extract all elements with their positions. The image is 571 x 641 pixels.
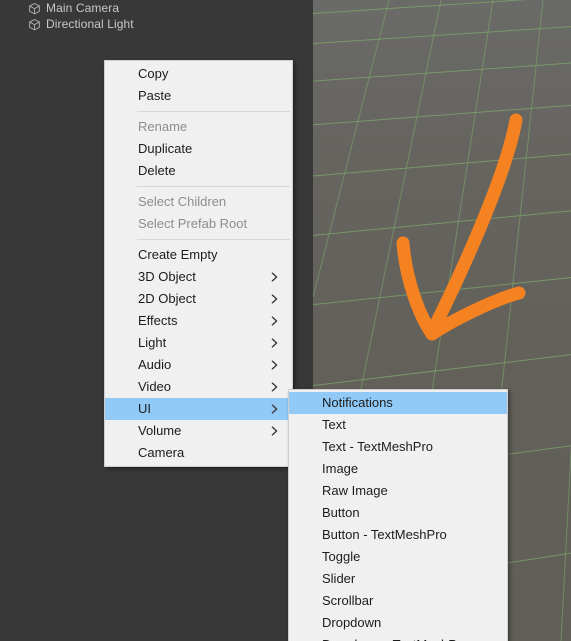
menu-item-effects[interactable]: Effects [105, 310, 292, 332]
menu-item-label: Light [138, 335, 167, 350]
menu-separator [137, 111, 290, 112]
menu-separator [137, 186, 290, 187]
submenu-item-label: Scrollbar [322, 593, 374, 608]
menu-item-label: Camera [138, 445, 185, 460]
submenu-item-text-textmeshpro[interactable]: Text - TextMeshPro [289, 436, 507, 458]
menu-item-rename: Rename [105, 116, 292, 138]
menu-item-label: Video [138, 379, 172, 394]
hierarchy-item[interactable]: Main Camera [0, 0, 313, 16]
submenu-item-button[interactable]: Button [289, 502, 507, 524]
menu-item-label: Select Prefab Root [138, 216, 248, 231]
menu-item-copy[interactable]: Copy [105, 63, 292, 85]
menu-item-label: Delete [138, 163, 176, 178]
submenu-item-label: Button [322, 505, 360, 520]
submenu-item-slider[interactable]: Slider [289, 568, 507, 590]
menu-item-label: Duplicate [138, 141, 193, 156]
hierarchy-context-menu[interactable]: Copy Paste Rename Duplicate Delete Select Chi… [104, 60, 293, 467]
submenu-item-label: Raw Image [322, 483, 388, 498]
submenu-item-button-textmeshpro[interactable]: Button - TextMeshPro [289, 524, 507, 546]
menu-item-label: 2D Object [138, 291, 196, 306]
hierarchy-list: Main Camera Directional Light [0, 0, 313, 32]
menu-item-light[interactable]: Light [105, 332, 292, 354]
submenu-item-raw-image[interactable]: Raw Image [289, 480, 507, 502]
menu-item-camera[interactable]: Camera [105, 442, 292, 464]
hierarchy-item-label: Main Camera [46, 1, 120, 15]
menu-separator [137, 239, 290, 240]
submenu-item-label: Slider [322, 571, 356, 586]
submenu-item-label: Text [322, 417, 346, 432]
submenu-item-dropdown-textmeshpro[interactable]: Dropdown - TextMeshPro [289, 634, 507, 641]
submenu-item-text[interactable]: Text [289, 414, 507, 436]
submenu-item-label: Notifications [322, 395, 393, 410]
menu-item-label: Effects [138, 313, 178, 328]
menu-item-2d-object[interactable]: 2D Object [105, 288, 292, 310]
chevron-right-icon [271, 426, 278, 436]
submenu-item-label: Dropdown - TextMeshPro [322, 634, 468, 641]
submenu-item-label: Dropdown [322, 615, 382, 630]
menu-item-label: Copy [138, 66, 169, 81]
menu-item-label: UI [138, 401, 151, 416]
submenu-item-dropdown[interactable]: Dropdown [289, 612, 507, 634]
submenu-item-label: Toggle [322, 549, 361, 564]
menu-item-label: Select Children [138, 194, 227, 209]
ui-submenu[interactable]: Notifications Text Text - TextMeshPro Image… [288, 389, 508, 641]
submenu-item-label: Image [322, 461, 359, 476]
menu-item-label: Create Empty [138, 247, 218, 262]
menu-item-label: Paste [138, 88, 172, 103]
chevron-right-icon [271, 294, 278, 304]
chevron-right-icon [271, 360, 278, 370]
gameobject-cube-icon [29, 2, 40, 14]
menu-item-paste[interactable]: Paste [105, 85, 292, 107]
menu-item-select-prefab-root: Select Prefab Root [105, 213, 292, 235]
submenu-item-image[interactable]: Image [289, 458, 507, 480]
menu-item-create-empty[interactable]: Create Empty [105, 244, 292, 266]
unity-editor-window: Main Camera Directional Light Copy Paste… [0, 0, 571, 641]
chevron-right-icon [271, 382, 278, 392]
menu-item-3d-object[interactable]: 3D Object [105, 266, 292, 288]
menu-item-audio[interactable]: Audio [105, 354, 292, 376]
submenu-item-label: Button - TextMeshPro [322, 527, 447, 542]
menu-item-select-children: Select Children [105, 191, 292, 213]
menu-item-label: 3D Object [138, 269, 196, 284]
chevron-right-icon [271, 272, 278, 282]
submenu-item-scrollbar[interactable]: Scrollbar [289, 590, 507, 612]
chevron-right-icon [271, 338, 278, 348]
submenu-item-notifications[interactable]: Notifications [289, 392, 507, 414]
menu-item-label: Rename [138, 119, 188, 134]
menu-item-label: Audio [138, 357, 172, 372]
gameobject-cube-icon [29, 18, 40, 30]
chevron-right-icon [271, 404, 278, 414]
hierarchy-item[interactable]: Directional Light [0, 16, 313, 32]
submenu-item-label: Text - TextMeshPro [322, 439, 434, 454]
submenu-item-toggle[interactable]: Toggle [289, 546, 507, 568]
menu-item-ui[interactable]: UI [105, 398, 292, 420]
menu-item-video[interactable]: Video [105, 376, 292, 398]
chevron-right-icon [271, 316, 278, 326]
menu-item-delete[interactable]: Delete [105, 160, 292, 182]
menu-item-volume[interactable]: Volume [105, 420, 292, 442]
hierarchy-item-label: Directional Light [46, 17, 134, 31]
menu-item-label: Volume [138, 423, 182, 438]
menu-item-duplicate[interactable]: Duplicate [105, 138, 292, 160]
